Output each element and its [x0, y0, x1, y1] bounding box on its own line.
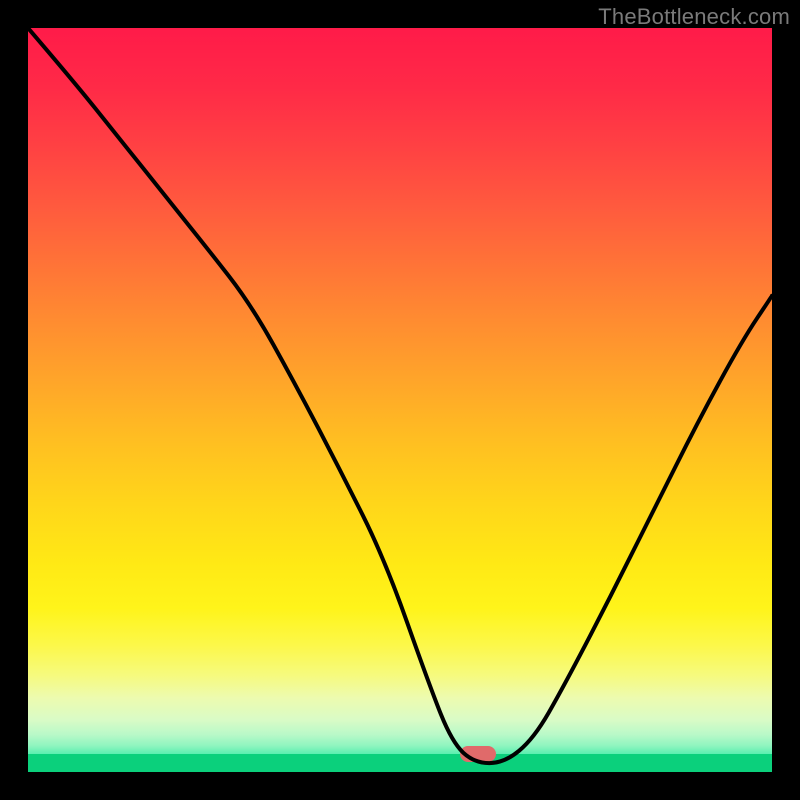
bottleneck-curve	[28, 28, 772, 772]
plot-area	[28, 28, 772, 772]
chart-frame: TheBottleneck.com	[0, 0, 800, 800]
watermark-text: TheBottleneck.com	[598, 4, 790, 30]
